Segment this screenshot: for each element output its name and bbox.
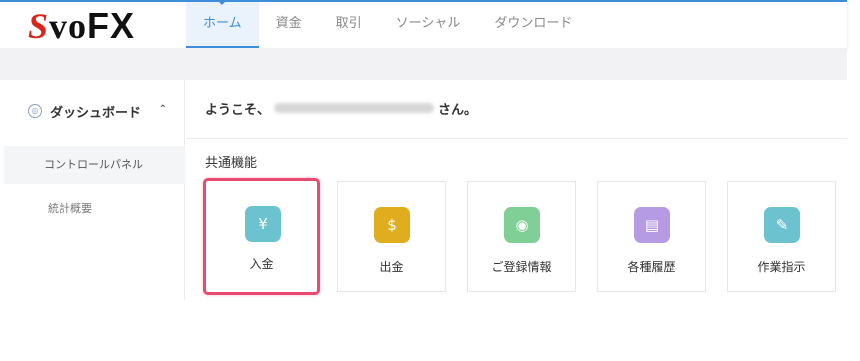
card-label: ご登録情報 — [491, 260, 552, 274]
sidebar-dashboard-toggle[interactable]: ◎ ダッシュボード ⌃ — [4, 80, 185, 142]
nav-funds[interactable]: 資金 — [259, 2, 319, 48]
welcome-message: ようこそ、 さん。 — [205, 98, 477, 118]
welcome-prefix: ようこそ、 — [205, 102, 271, 118]
svofx-logo[interactable]: SvoFX — [28, 5, 136, 46]
card-label: 入金 — [249, 257, 274, 271]
main-nav: ホーム 資金 取引 ソーシャル ダウンロード — [186, 1, 589, 48]
nav-download[interactable]: ダウンロード — [477, 2, 589, 48]
logo-fx: FX — [87, 5, 136, 46]
card-history[interactable]: ▤ 各種履歴 — [597, 181, 706, 292]
welcome-suffix: さん。 — [438, 102, 478, 118]
history-icon: ▤ — [634, 207, 670, 243]
withdraw-icon: $ — [374, 207, 410, 243]
chevron-up-icon: ⌃ — [158, 104, 167, 115]
card-profile[interactable]: ◉ ご登録情報 — [467, 181, 576, 292]
sidebar-dashboard-label: ダッシュボード — [50, 105, 142, 121]
sidebar-item-statistics[interactable]: 統計概要 — [4, 190, 185, 228]
logo-vo: vo — [49, 6, 88, 46]
section-title: 共通機能 — [205, 156, 258, 171]
task-icon: ✎ — [764, 207, 800, 243]
nav-home[interactable]: ホーム — [186, 1, 259, 48]
profile-icon: ◉ — [504, 207, 540, 243]
divider — [186, 138, 847, 139]
sidebar: ◎ ダッシュボード ⌃ コントロールパネル 統計概要 — [4, 80, 185, 300]
nav-social[interactable]: ソーシャル — [379, 2, 478, 48]
nav-trade[interactable]: 取引 — [319, 2, 379, 48]
card-label: 作業指示 — [757, 260, 806, 274]
dashboard-icon: ◎ — [28, 104, 42, 118]
logo-s: S — [28, 6, 50, 46]
redacted-username — [274, 103, 435, 113]
card-label: 各種履歴 — [627, 260, 676, 274]
sidebar-item-control-panel[interactable]: コントロールパネル — [4, 146, 185, 184]
card-label: 出金 — [379, 260, 404, 274]
card-withdraw[interactable]: $ 出金 — [337, 181, 446, 292]
header-spacer — [0, 48, 847, 80]
card-task[interactable]: ✎ 作業指示 — [727, 181, 836, 292]
top-bar: SvoFX ホーム 資金 取引 ソーシャル ダウンロード — [0, 0, 847, 48]
card-deposit[interactable]: ¥ 入金 — [203, 178, 320, 295]
deposit-icon: ¥ — [245, 206, 281, 242]
